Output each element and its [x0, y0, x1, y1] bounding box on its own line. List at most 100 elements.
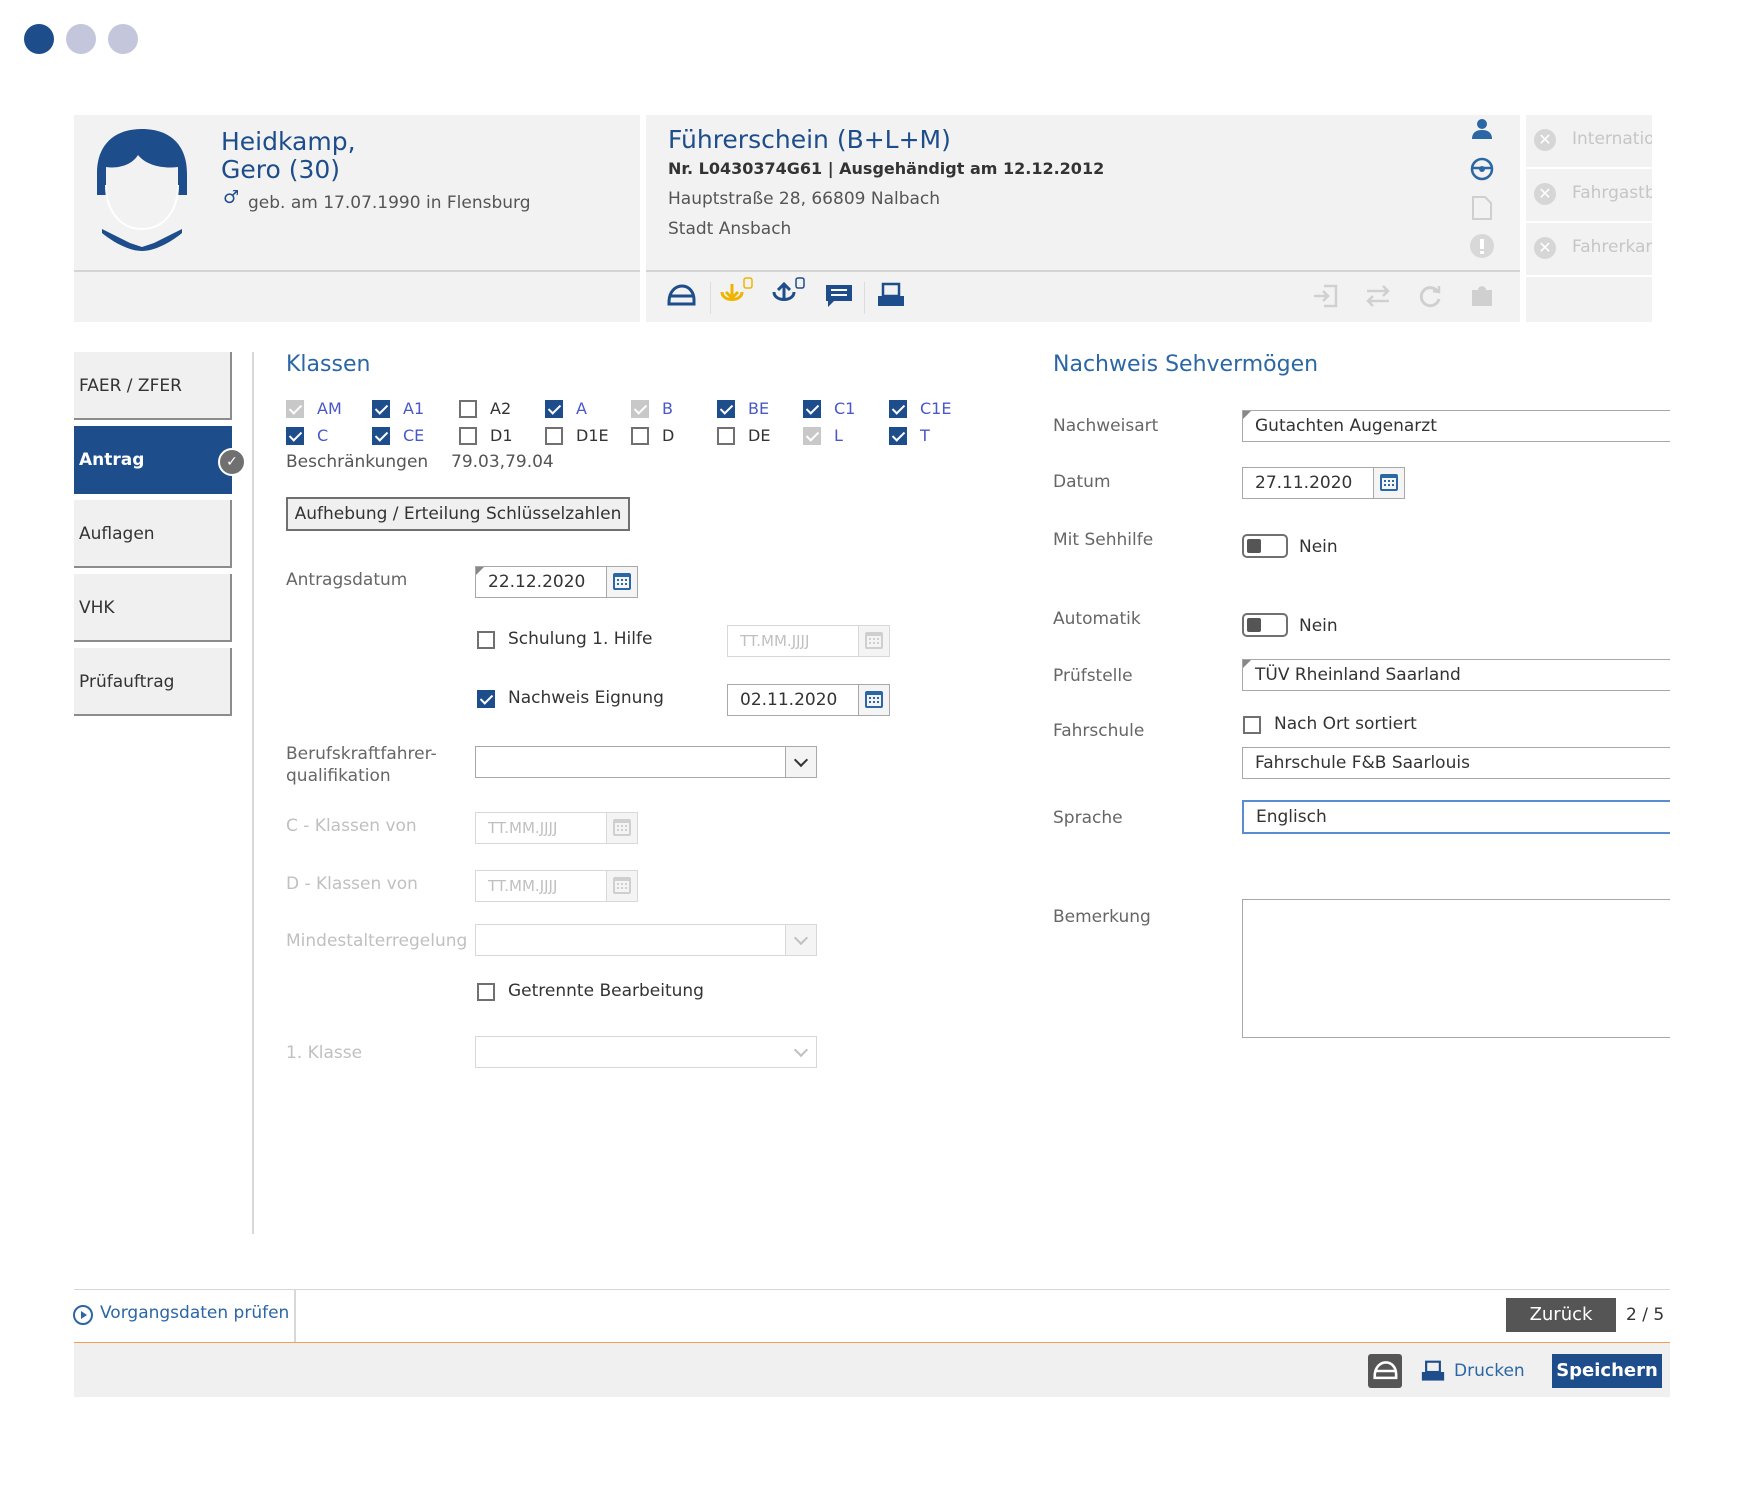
person-last-name: Heidkamp, [221, 127, 356, 156]
schulung-checkbox[interactable] [477, 631, 495, 649]
bemerkung-label: Bemerkung [1053, 907, 1151, 927]
schulung-date-input[interactable]: TT.MM.JJJJ [727, 625, 859, 657]
eignung-label: Nachweis Eignung [508, 688, 664, 708]
sehvermoegen-title: Nachweis Sehvermögen [1053, 352, 1319, 377]
refresh-icon[interactable] [1416, 282, 1444, 310]
d-klassen-calendar-button[interactable] [606, 870, 638, 902]
sprache-select[interactable]: Englisch [1242, 800, 1670, 834]
vorgangsdaten-pruefen-label: Vorgangsdaten prüfen [100, 1303, 290, 1323]
upload-badge-icon[interactable] [770, 276, 810, 310]
drucken-button[interactable]: Drucken [1420, 1356, 1526, 1388]
chevron-down-icon [793, 1042, 809, 1058]
bkf-label-line2: qualifikation [286, 766, 391, 786]
download-badge-icon[interactable] [718, 276, 758, 310]
nav-label: Auflagen [79, 524, 155, 544]
datum-input[interactable]: 27.11.2020 [1242, 467, 1374, 499]
klasse-checkbox-d[interactable] [631, 427, 649, 445]
puzzle-icon[interactable] [1468, 282, 1496, 310]
print-icon [1421, 1360, 1445, 1381]
klasse-checkbox-c1[interactable] [803, 400, 821, 418]
getrennte-checkbox[interactable] [477, 983, 495, 1001]
klasse-checkbox-am[interactable] [286, 400, 304, 418]
c-klassen-calendar-button[interactable] [606, 812, 638, 844]
d-klassen-date-input[interactable]: TT.MM.JJJJ [475, 870, 607, 902]
klasse-checkbox-d1e[interactable] [545, 427, 563, 445]
klasse-checkbox-a1[interactable] [372, 400, 390, 418]
eignung-calendar-button[interactable] [858, 684, 890, 716]
datum-calendar-button[interactable] [1373, 467, 1405, 499]
speichern-button[interactable]: Speichern [1552, 1354, 1662, 1388]
klasse-checkbox-a[interactable] [545, 400, 563, 418]
transfer-icon[interactable] [1364, 282, 1392, 310]
nav-item-faer-zfer[interactable]: FAER / ZFER [74, 352, 232, 420]
person-first-name-age: Gero (30) [221, 155, 341, 184]
c-klassen-label: C - Klassen von [286, 816, 417, 836]
nav-label: FAER / ZFER [79, 376, 182, 396]
antragsdatum-calendar-button[interactable] [606, 566, 638, 598]
message-icon[interactable] [824, 282, 854, 310]
automatik-toggle[interactable] [1242, 613, 1288, 637]
print-icon[interactable] [876, 282, 906, 310]
nach-ort-checkbox[interactable] [1243, 716, 1261, 734]
klasse-checkbox-c[interactable] [286, 427, 304, 445]
license-title: Führerschein (B+L+M) [668, 125, 951, 154]
pruefstelle-select[interactable]: TÜV Rheinland Saarland [1242, 659, 1670, 691]
sehhilfe-toggle[interactable] [1242, 534, 1288, 558]
info-icon[interactable] [1469, 233, 1495, 259]
bkf-select[interactable] [475, 746, 817, 778]
side-action-fahrerkarte[interactable]: ✕ Fahrerkarte [1526, 223, 1652, 277]
nav-item-vhk[interactable]: VHK [74, 574, 232, 642]
nav-label: Antrag [79, 450, 145, 470]
klasse-checkbox-l[interactable] [803, 427, 821, 445]
toolbar-sep-1 [710, 282, 711, 314]
klasse-checkbox-d1[interactable] [459, 427, 477, 445]
mindestalter-select[interactable] [475, 924, 817, 956]
dropdown-button[interactable] [785, 747, 816, 777]
person-icon[interactable] [1470, 117, 1494, 141]
klasse-checkbox-b[interactable] [631, 400, 649, 418]
antragsdatum-input[interactable]: 22.12.2020 [475, 566, 607, 598]
c-klassen-date-input[interactable]: TT.MM.JJJJ [475, 812, 607, 844]
helmet-action-button[interactable] [1368, 1354, 1402, 1388]
klasse-checkbox-de[interactable] [717, 427, 735, 445]
login-icon[interactable] [1312, 282, 1340, 310]
nav-item-auflagen[interactable]: Auflagen [74, 500, 232, 568]
side-action-label: Internationale [1572, 129, 1652, 149]
steering-wheel-icon[interactable] [1470, 157, 1494, 181]
nav-item-antrag[interactable]: Antrag ✓ [74, 426, 246, 494]
license-authority: Stadt Ansbach [668, 219, 792, 239]
side-action-fahrgast[interactable]: ✕ Fahrgastbefö [1526, 169, 1652, 223]
klasse-checkbox-be[interactable] [717, 400, 735, 418]
nav-item-pruefauftrag[interactable]: Prüfauftrag [74, 648, 232, 716]
dropdown-button[interactable] [786, 1037, 816, 1067]
dropdown-button[interactable] [785, 925, 816, 955]
calendar-icon [1380, 474, 1398, 491]
footer-bar [74, 1289, 1670, 1344]
nachweisart-label: Nachweisart [1053, 416, 1159, 436]
klasse-checkbox-ce[interactable] [372, 427, 390, 445]
zurueck-button[interactable]: Zurück [1506, 1298, 1616, 1332]
fahrschule-select[interactable]: Fahrschule F&B Saarlouis [1242, 747, 1670, 779]
eignung-date-input[interactable]: 02.11.2020 [727, 684, 859, 716]
side-action-international[interactable]: ✕ Internationale [1526, 115, 1652, 169]
klasse-label: L [834, 426, 843, 445]
step-dot-2 [66, 24, 96, 54]
klasse-checkbox-t[interactable] [889, 427, 907, 445]
antragsdatum-label: Antragsdatum [286, 570, 408, 590]
bemerkung-textarea[interactable] [1242, 899, 1670, 1038]
calendar-icon [613, 819, 631, 836]
document-icon[interactable] [1470, 195, 1494, 221]
mindestalter-label: Mindestalterregelung [286, 931, 468, 951]
klasse-checkbox-a2[interactable] [459, 400, 477, 418]
sehhilfe-label: Mit Sehhilfe [1053, 530, 1154, 550]
klasse-checkbox-c1e[interactable] [889, 400, 907, 418]
helmet-icon[interactable] [666, 282, 696, 310]
calendar-icon [865, 632, 883, 649]
schulung-calendar-button[interactable] [858, 625, 890, 657]
toolbar-sep-2 [864, 282, 865, 314]
nachweisart-select[interactable]: Gutachten Augenarzt [1242, 410, 1670, 442]
eignung-checkbox[interactable] [477, 690, 495, 708]
klasse-label: T [920, 426, 930, 445]
schluesselzahlen-button[interactable]: Aufhebung / Erteilung Schlüsselzahlen [286, 497, 630, 531]
erste-klasse-select[interactable] [475, 1036, 817, 1068]
